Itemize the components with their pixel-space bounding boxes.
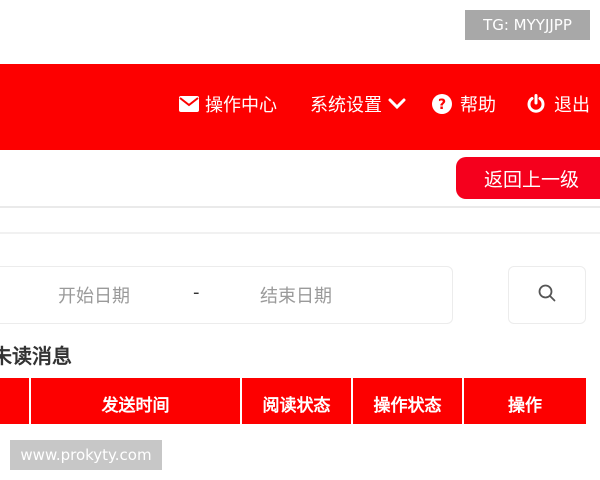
nav-logout-label: 退出 bbox=[554, 95, 590, 116]
column-header-operation-status[interactable]: 操作状态 bbox=[351, 378, 462, 424]
search-icon bbox=[537, 283, 557, 307]
help-circle-icon: ? bbox=[432, 94, 452, 114]
watermark-telegram: TG: MYYJJPP bbox=[465, 10, 590, 40]
search-button[interactable] bbox=[508, 266, 586, 324]
power-icon bbox=[526, 94, 546, 114]
top-nav-bar bbox=[0, 64, 600, 150]
nav-system-settings[interactable]: 系统设置 bbox=[310, 92, 406, 116]
date-range-separator: - bbox=[193, 282, 200, 303]
nav-operation-center[interactable]: 操作中心 bbox=[179, 92, 277, 116]
nav-operation-center-label: 操作中心 bbox=[205, 95, 277, 116]
mail-icon bbox=[179, 96, 199, 112]
divider bbox=[0, 232, 600, 234]
end-date-input[interactable]: 结束日期 bbox=[260, 282, 332, 308]
nav-system-settings-label: 系统设置 bbox=[310, 95, 382, 116]
column-header-read-status[interactable]: 阅读状态 bbox=[240, 378, 351, 424]
nav-help[interactable]: ? 帮助 bbox=[432, 92, 496, 116]
nav-logout[interactable]: 退出 bbox=[526, 92, 590, 116]
nav-help-label: 帮助 bbox=[460, 95, 496, 116]
svg-text:?: ? bbox=[438, 97, 446, 113]
start-date-input[interactable]: 开始日期 bbox=[58, 282, 130, 308]
column-header-actions[interactable]: 操作 bbox=[462, 378, 586, 424]
column-header-send-time[interactable]: 发送时间 bbox=[29, 378, 240, 424]
back-button[interactable]: 返回上一级 bbox=[456, 157, 600, 199]
chevron-down-icon bbox=[388, 98, 406, 110]
section-title: 未读消息 bbox=[0, 344, 72, 368]
watermark-site: www.prokyty.com bbox=[10, 440, 162, 470]
